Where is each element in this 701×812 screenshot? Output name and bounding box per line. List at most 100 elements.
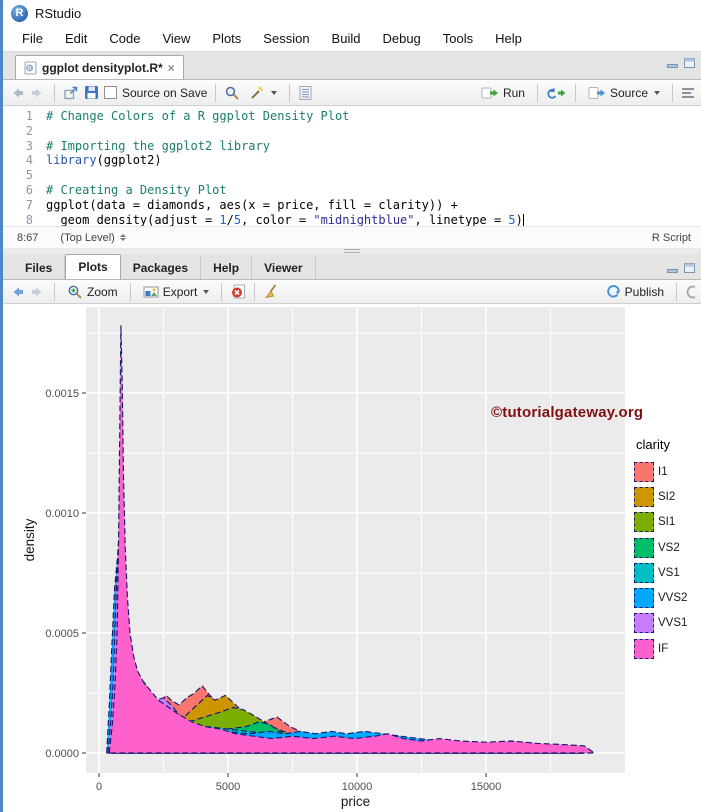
zoom-label: Zoom bbox=[87, 284, 118, 299]
pane-tab-files[interactable]: Files bbox=[13, 256, 66, 279]
legend-swatch bbox=[634, 638, 654, 659]
find-replace-icon[interactable] bbox=[224, 85, 240, 101]
x-tick-label: 15000 bbox=[471, 781, 502, 793]
publish-label: Publish bbox=[624, 284, 664, 299]
y-tick-label: 0.0005 bbox=[45, 628, 79, 640]
pane-tab-plots[interactable]: Plots bbox=[65, 254, 121, 279]
show-in-new-window-icon[interactable] bbox=[63, 85, 79, 101]
remove-plot-icon[interactable] bbox=[230, 284, 246, 299]
pane-tab-viewer[interactable]: Viewer bbox=[252, 256, 316, 279]
source-label: Source bbox=[609, 85, 648, 100]
code-line: 5 bbox=[3, 168, 701, 183]
watermark: ©tutorialgateway.org bbox=[491, 404, 644, 421]
editor-tab-bar: R ggplot densityplot.R* × bbox=[3, 52, 701, 80]
legend-swatch bbox=[634, 537, 654, 558]
line-number: 7 bbox=[25, 197, 33, 212]
text-cursor bbox=[522, 213, 524, 226]
menu-item-view[interactable]: View bbox=[151, 28, 201, 49]
minimize-pane-icon[interactable] bbox=[667, 263, 678, 273]
pane-tab-packages[interactable]: Packages bbox=[121, 256, 202, 279]
maximize-pane-icon[interactable] bbox=[684, 263, 695, 273]
tab-close-icon[interactable]: × bbox=[168, 61, 175, 75]
minimize-pane-icon[interactable] bbox=[667, 58, 678, 68]
code-tools-button[interactable] bbox=[245, 83, 281, 103]
publish-button[interactable]: Publish bbox=[602, 282, 668, 301]
legend-item: VS1 bbox=[634, 560, 687, 585]
file-type-selector[interactable]: R Script bbox=[652, 232, 691, 244]
refresh-icon[interactable] bbox=[685, 284, 695, 300]
menu-item-edit[interactable]: Edit bbox=[54, 28, 98, 49]
window-title: RStudio bbox=[35, 5, 82, 21]
y-tick-label: 0.0015 bbox=[45, 388, 79, 400]
forward-icon[interactable] bbox=[30, 85, 46, 101]
publish-icon bbox=[606, 285, 620, 298]
dropdown-caret-icon bbox=[203, 289, 210, 294]
legend-label: SI2 bbox=[658, 490, 676, 503]
menu-item-debug[interactable]: Debug bbox=[371, 28, 431, 49]
code-line: 7 ggplot(data = diamonds, aes(x = price, … bbox=[3, 198, 701, 213]
source-button[interactable]: Source bbox=[584, 84, 664, 102]
line-number: 6 bbox=[25, 182, 33, 197]
legend-swatch bbox=[634, 562, 654, 583]
menu-item-build[interactable]: Build bbox=[321, 28, 372, 49]
legend-swatch bbox=[634, 486, 654, 507]
x-axis-title: price bbox=[341, 794, 370, 809]
zoom-button[interactable]: Zoom bbox=[63, 282, 122, 302]
x-tick-label: 0 bbox=[96, 781, 102, 793]
editor-toolbar: Source on Save Run Source bbox=[3, 80, 701, 106]
code-line: 4 library(ggplot2) bbox=[3, 153, 701, 168]
scope-selector[interactable]: (Top Level) bbox=[60, 232, 114, 244]
legend-label: VS2 bbox=[658, 541, 680, 554]
source-on-save-checkbox[interactable] bbox=[104, 86, 117, 99]
zoom-icon bbox=[68, 285, 82, 299]
document-outline-icon[interactable] bbox=[681, 87, 695, 99]
y-axis-title: density bbox=[22, 518, 37, 561]
save-icon[interactable] bbox=[84, 85, 99, 100]
svg-text:R: R bbox=[27, 66, 32, 72]
run-button[interactable]: Run bbox=[477, 84, 529, 102]
code-line: 2 bbox=[3, 124, 701, 139]
legend-label: VS1 bbox=[658, 566, 680, 579]
legend-item: VS2 bbox=[634, 535, 687, 560]
legend-label: IF bbox=[658, 642, 669, 655]
export-button[interactable]: Export bbox=[139, 283, 214, 301]
maximize-pane-icon[interactable] bbox=[684, 58, 695, 68]
magic-wand-icon bbox=[251, 86, 264, 99]
source-on-save-label: Source on Save bbox=[122, 85, 208, 100]
back-icon[interactable] bbox=[9, 85, 25, 101]
compile-report-icon[interactable] bbox=[298, 85, 313, 101]
dropdown-caret-icon[interactable] bbox=[654, 90, 660, 95]
source-icon bbox=[588, 86, 605, 99]
run-icon bbox=[481, 87, 498, 98]
menu-item-code[interactable]: Code bbox=[98, 28, 151, 49]
export-label: Export bbox=[162, 284, 198, 299]
editor-status-bar: 8:67 (Top Level) R Script bbox=[3, 226, 701, 248]
dropdown-caret-icon bbox=[271, 90, 278, 95]
line-number: 3 bbox=[25, 138, 33, 153]
pane-tab-help[interactable]: Help bbox=[201, 256, 253, 279]
menu-item-help[interactable]: Help bbox=[484, 28, 533, 49]
plots-toolbar: Zoom Export Publish bbox=[3, 280, 701, 304]
cursor-position: 8:67 bbox=[17, 231, 39, 244]
clear-plots-broom-icon[interactable] bbox=[263, 284, 278, 299]
editor-tab[interactable]: R ggplot densityplot.R* × bbox=[15, 55, 184, 79]
menu-item-tools[interactable]: Tools bbox=[432, 28, 484, 49]
legend-title: clarity bbox=[636, 437, 670, 452]
legend-swatch bbox=[634, 613, 654, 634]
export-image-icon bbox=[143, 286, 159, 297]
menu-item-file[interactable]: File bbox=[11, 28, 54, 49]
code-editor[interactable]: 1 # Change Colors of a R ggplot Density P… bbox=[3, 106, 701, 227]
title-bar: R RStudio bbox=[3, 0, 701, 26]
forward-icon[interactable] bbox=[30, 284, 46, 300]
menu-item-session[interactable]: Session bbox=[252, 28, 320, 49]
line-number: 1 bbox=[25, 109, 33, 123]
line-number: 5 bbox=[25, 168, 33, 183]
legend-swatch bbox=[634, 461, 654, 482]
legend-label: SI1 bbox=[658, 516, 676, 529]
updown-icon[interactable] bbox=[119, 233, 126, 242]
rerun-icon[interactable] bbox=[546, 86, 567, 100]
legend-swatch bbox=[634, 512, 654, 533]
menu-item-plots[interactable]: Plots bbox=[201, 28, 252, 49]
density-plot: 0 5000 10000 15000 0.0000 0.0005 0.0010 0.0015 p… bbox=[22, 307, 625, 809]
back-icon[interactable] bbox=[9, 284, 25, 300]
